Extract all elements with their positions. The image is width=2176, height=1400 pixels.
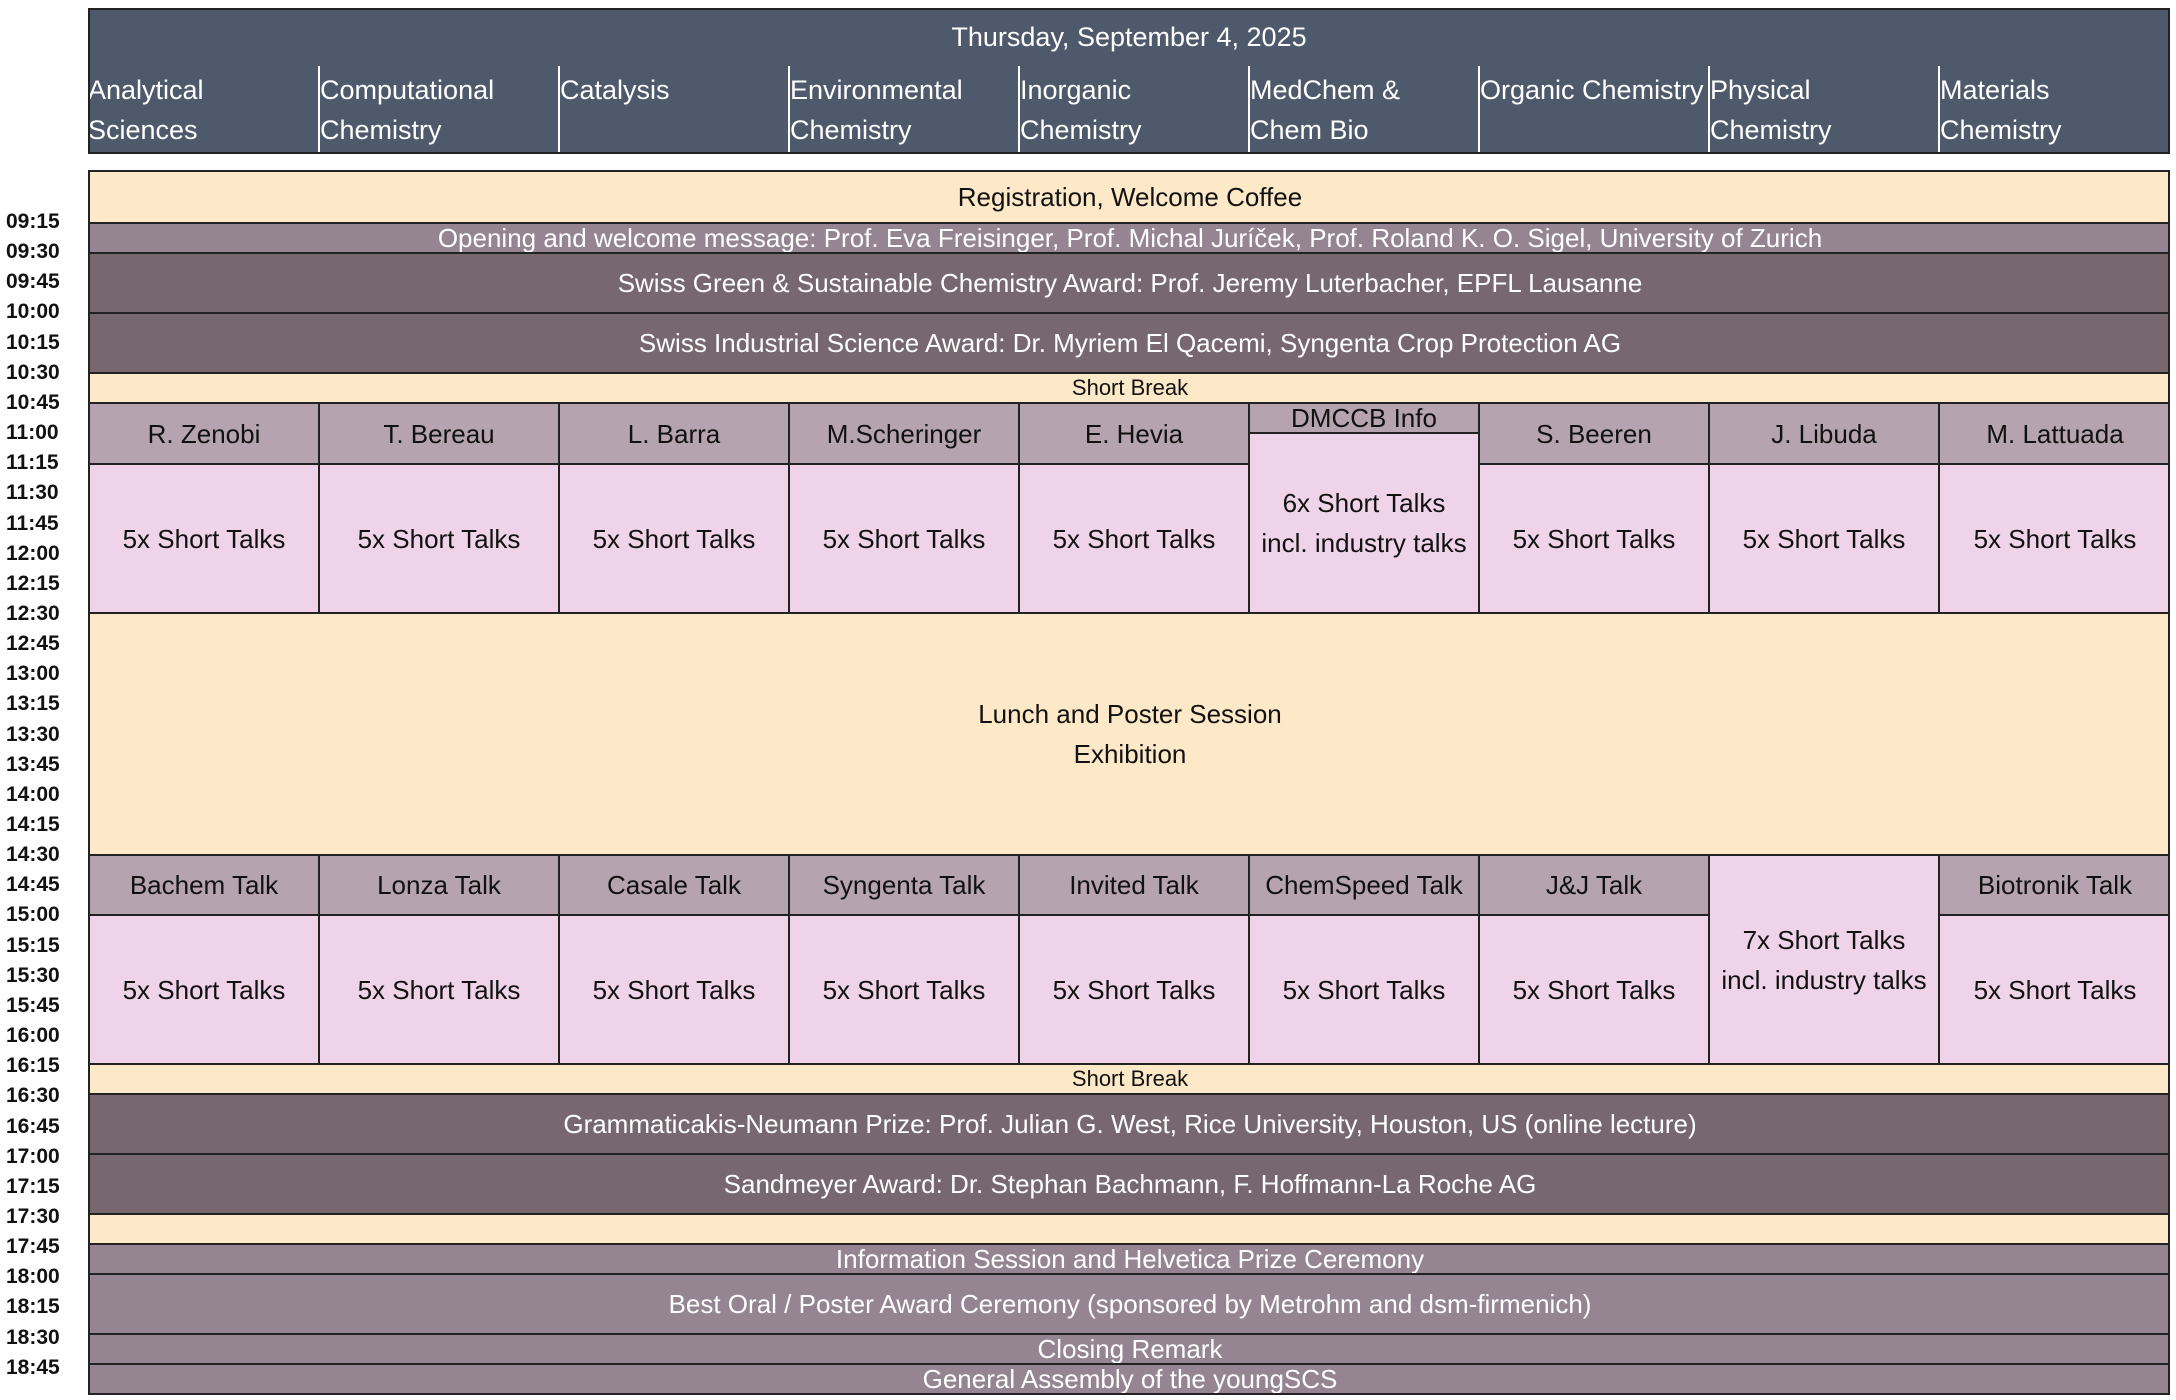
session-chair: Casale Talk	[558, 854, 788, 914]
session-chair: T. Bereau	[318, 402, 558, 463]
session-talks: 5x Short Talks	[1018, 463, 1248, 612]
header-section-line-1: Catalysis	[560, 75, 670, 105]
session-chair: J. Libuda	[1708, 402, 1938, 463]
session-talks: 5x Short Talks	[88, 914, 318, 1063]
session-chair: M.Scheringer	[788, 402, 1018, 463]
header-section-line-2: Chemistry	[790, 115, 912, 145]
session-talks: 5x Short Talks	[558, 463, 788, 612]
header-section-line-2: Chem Bio	[1250, 115, 1369, 145]
header-section: Inorganic Chemistry	[1018, 66, 1248, 154]
header-section-line-1: Inorganic	[1020, 75, 1132, 105]
empty-cream-row	[88, 1213, 2170, 1243]
talks-line-1: 7x Short Talks	[1742, 924, 1906, 955]
grammaticakis-row: Grammaticakis-Neumann Prize: Prof. Julia…	[88, 1093, 2170, 1153]
session-chair: DMCCB Info	[1248, 402, 1478, 432]
header-section: Catalysis	[558, 66, 788, 154]
session-chair: L. Barra	[558, 402, 788, 463]
session-chair: J&J Talk	[1478, 854, 1708, 914]
session-talks: 5x Short Talks	[318, 914, 558, 1063]
header-section: Physical Chemistry	[1708, 66, 1938, 154]
lunch-line-1: Lunch and Poster Session	[978, 699, 1282, 729]
header-section-line-1: Environmental	[790, 75, 963, 105]
schedule-grid: Thursday, September 4, 2025 Analytical Sc…	[0, 0, 2176, 1400]
session-chair: M. Lattuada	[1938, 402, 2170, 463]
talks-line-2: incl. industry talks	[1721, 964, 1927, 995]
session-talks: 5x Short Talks	[1478, 463, 1708, 612]
session-talks: 5x Short Talks	[1478, 914, 1708, 1063]
lunch-line-2: Exhibition	[1073, 739, 1187, 769]
session-chair: S. Beeren	[1478, 402, 1708, 463]
header-section-line-1: Materials	[1940, 75, 2050, 105]
session-talks: 7x Short Talks incl. industry talks	[1708, 854, 1938, 1063]
talks-line-2: incl. industry talks	[1261, 528, 1467, 558]
header-section-line-1: Computational	[320, 75, 495, 105]
green-award-row: Swiss Green & Sustainable Chemistry Awar…	[88, 252, 2170, 312]
session-chair: Invited Talk	[1018, 854, 1248, 914]
session-chair: ChemSpeed Talk	[1248, 854, 1478, 914]
session-chair: Syngenta Talk	[788, 854, 1018, 914]
header-section-line-2: Chemistry	[320, 115, 442, 145]
industrial-award-row: Swiss Industrial Science Award: Dr. Myri…	[88, 312, 2170, 372]
session-talks: 5x Short Talks	[1938, 463, 2170, 612]
header-section: Organic Chemistry	[1478, 66, 1708, 154]
header-section-line-2: Sciences	[88, 115, 198, 145]
session-chair: R. Zenobi	[88, 402, 318, 463]
session-talks: 5x Short Talks	[1248, 914, 1478, 1063]
session-talks: 6x Short Talks incl. industry talks	[1248, 432, 1478, 612]
header-section: MedChem & Chem Bio	[1248, 66, 1478, 154]
talks-line-1: 6x Short Talks	[1282, 488, 1446, 518]
session-talks: 5x Short Talks	[1018, 914, 1248, 1063]
registration-row: Registration, Welcome Coffee	[88, 170, 2170, 222]
header-section: Analytical Sciences	[88, 66, 318, 154]
session-chair: E. Hevia	[1018, 402, 1248, 463]
opening-row: Opening and welcome message: Prof. Eva F…	[88, 222, 2170, 252]
best-award-row: Best Oral / Poster Award Ceremony (spons…	[88, 1273, 2170, 1333]
short-break-row: Short Break	[88, 372, 2170, 402]
header-section-line-1: Organic Chemistry	[1480, 75, 1704, 105]
session-chair: Bachem Talk	[88, 854, 318, 914]
closing-row: Closing Remark	[88, 1333, 2170, 1363]
lunch-row: Lunch and Poster Session Exhibition	[88, 612, 2170, 854]
header-section: Computational Chemistry	[318, 66, 558, 154]
short-break-row-2: Short Break	[88, 1063, 2170, 1093]
session-chair: Lonza Talk	[318, 854, 558, 914]
assembly-row: General Assembly of the youngSCS	[88, 1363, 2170, 1393]
info-session-row: Information Session and Helvetica Prize …	[88, 1243, 2170, 1273]
sandmeyer-row: Sandmeyer Award: Dr. Stephan Bachmann, F…	[88, 1153, 2170, 1213]
session-talks: 5x Short Talks	[318, 463, 558, 612]
header-section-line-2: Chemistry	[1710, 115, 1832, 145]
session-talks: 5x Short Talks	[88, 463, 318, 612]
header-section-line-2: Chemistry	[1020, 115, 1142, 145]
session-talks: 5x Short Talks	[1708, 463, 1938, 612]
session-talks: 5x Short Talks	[558, 914, 788, 1063]
session-chair: Biotronik Talk	[1938, 854, 2170, 914]
header-section: Environmental Chemistry	[788, 66, 1018, 154]
header-section-line-2: Chemistry	[1940, 115, 2062, 145]
session-talks: 5x Short Talks	[788, 914, 1018, 1063]
header-section-line-1: Analytical	[88, 75, 204, 105]
header-section-line-1: MedChem &	[1250, 75, 1401, 105]
header-section: Materials Chemistry	[1938, 66, 2170, 154]
header-date: Thursday, September 4, 2025	[88, 8, 2170, 66]
header-section-line-1: Physical	[1710, 75, 1811, 105]
session-talks: 5x Short Talks	[788, 463, 1018, 612]
session-talks: 5x Short Talks	[1938, 914, 2170, 1063]
